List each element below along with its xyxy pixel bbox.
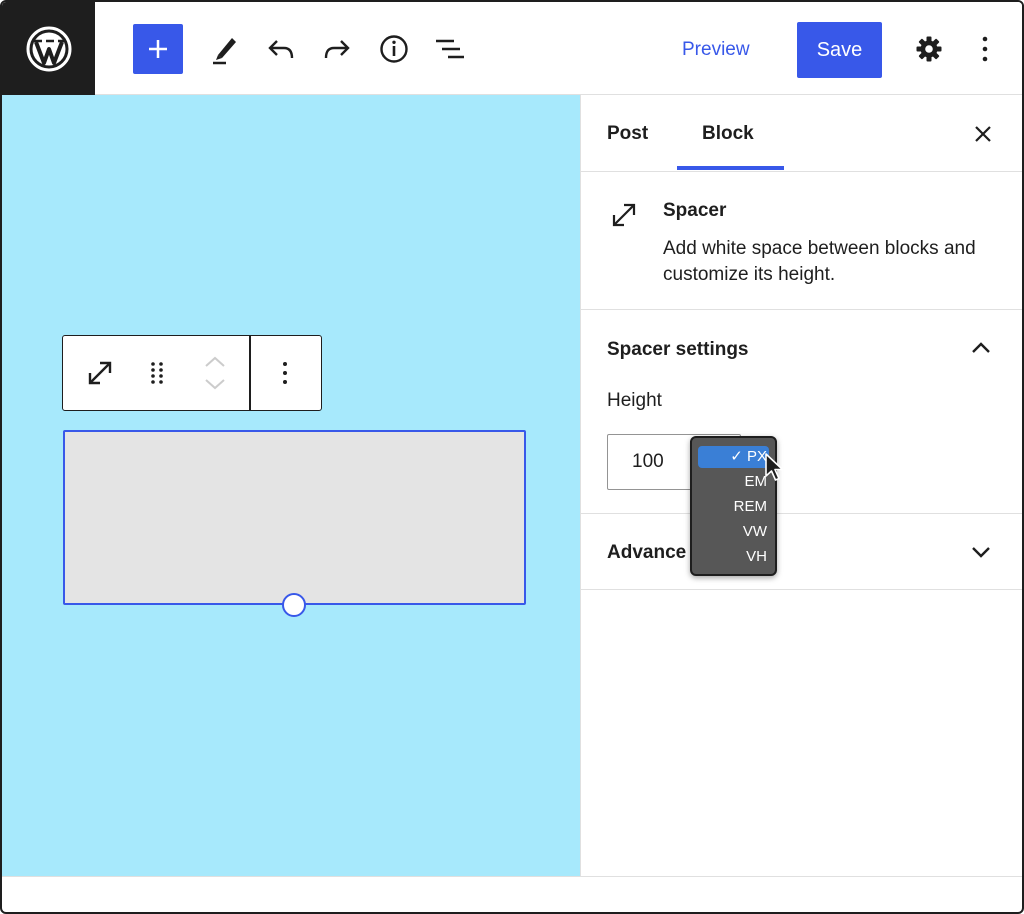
top-toolbar: Preview Save <box>2 2 1022 95</box>
editor-canvas <box>2 95 580 876</box>
resize-arrows-icon <box>88 361 112 385</box>
active-tab-indicator <box>677 166 784 170</box>
chevron-up-down-icon <box>205 356 225 390</box>
resize-arrows-icon <box>609 200 639 235</box>
undo-icon <box>268 40 294 59</box>
wordpress-logo-icon[interactable] <box>2 2 95 95</box>
spacer-block[interactable] <box>63 430 526 605</box>
sidebar-tabs: Post Block <box>581 95 1022 172</box>
redo-button[interactable] <box>312 24 362 74</box>
pencil-icon <box>213 38 236 65</box>
block-description: Add white space between blocks and custo… <box>663 238 976 285</box>
preview-button[interactable]: Preview <box>670 32 762 68</box>
toolbar-divider <box>249 336 251 410</box>
more-vertical-icon <box>283 362 287 384</box>
check-icon: ✓ <box>730 448 743 465</box>
drag-handle[interactable] <box>135 336 179 410</box>
spacer-settings-toggle[interactable]: Spacer settings <box>607 339 749 361</box>
spacer-settings-panel: Spacer settings Height 100 <box>581 310 1022 514</box>
spacer-resize-handle[interactable] <box>282 593 306 617</box>
list-view-button[interactable] <box>425 24 475 74</box>
height-value: 100 <box>632 451 664 472</box>
block-toolbar <box>62 335 322 411</box>
advanced-panel: Advance <box>581 514 1022 590</box>
unit-option-rem[interactable]: REM <box>734 496 767 518</box>
footer-divider <box>2 876 1022 877</box>
tab-block[interactable]: Block <box>702 95 754 172</box>
plus-icon <box>149 40 167 58</box>
undo-button[interactable] <box>256 24 306 74</box>
block-type-button[interactable] <box>75 336 125 410</box>
chevron-down-icon[interactable] <box>969 540 993 569</box>
gear-icon <box>916 36 942 62</box>
chevron-up-icon[interactable] <box>969 336 993 365</box>
advanced-toggle[interactable]: Advance <box>607 542 686 564</box>
mouse-pointer-icon <box>764 452 788 489</box>
info-icon <box>380 35 408 63</box>
drag-handle-icon <box>151 362 163 384</box>
list-view-icon <box>436 39 464 59</box>
save-button[interactable]: Save <box>797 22 882 78</box>
tools-button[interactable] <box>199 24 249 74</box>
editor-window: Preview Save Post Block Spacer Add white… <box>0 0 1024 914</box>
details-button[interactable] <box>369 24 419 74</box>
block-card: Spacer Add white space between blocks an… <box>581 172 1022 310</box>
settings-button[interactable] <box>904 24 954 74</box>
unit-option-vw[interactable]: VW <box>743 521 767 543</box>
unit-option-vh[interactable]: VH <box>746 546 767 568</box>
height-label: Height <box>607 390 662 411</box>
close-sidebar-button[interactable] <box>966 117 1000 151</box>
block-title: Spacer <box>663 200 727 221</box>
unit-option-px[interactable]: ✓ PX <box>698 446 769 468</box>
more-vertical-icon <box>982 36 988 62</box>
block-options-button[interactable] <box>263 336 307 410</box>
options-button[interactable] <box>960 24 1010 74</box>
tab-post[interactable]: Post <box>607 95 648 172</box>
settings-sidebar: Post Block Spacer Add white space betwee… <box>580 95 1022 876</box>
redo-icon <box>324 40 350 59</box>
add-block-button[interactable] <box>133 24 183 74</box>
move-up-down-buttons[interactable] <box>193 336 237 410</box>
close-icon <box>975 126 991 142</box>
